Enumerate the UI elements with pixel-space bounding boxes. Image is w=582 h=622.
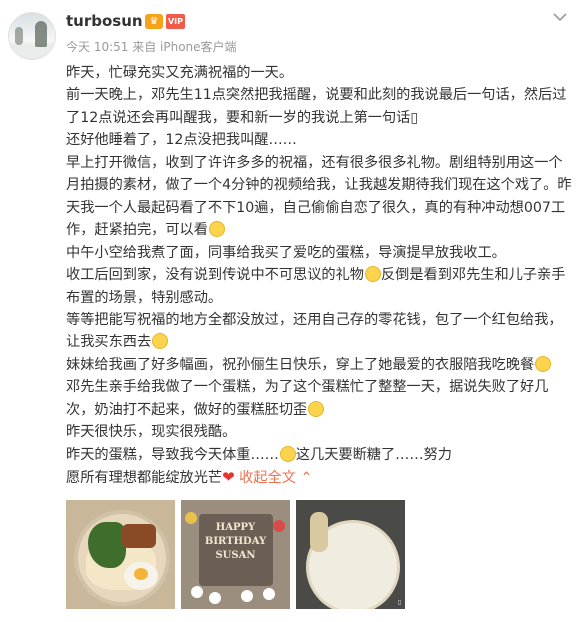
- photo-cake[interactable]: ▯: [296, 500, 405, 609]
- grin-emoji-icon: [535, 355, 552, 372]
- heart-icon: ❤: [222, 468, 235, 487]
- chevron-up-icon[interactable]: ⌃: [300, 470, 312, 486]
- post-body: 昨天，忙碌充实又充满祝福的一天。 前一天晚上，邓先生11点突然把我摇醒，说要和此…: [66, 62, 574, 490]
- sweat-smile-emoji-icon: [279, 445, 296, 462]
- post-line: 等等把能写祝福的地方全都没放过，还用自己存的零花钱，包了一个红包给我，让我买东西…: [66, 309, 574, 354]
- post-line: 昨天的蛋糕，导致我今天体重…… 这几天要断糖了……努力: [66, 444, 574, 466]
- photo-text: SUSAN: [215, 550, 256, 561]
- post-meta: 今天 10:51 来自 iPhone客户端: [66, 40, 237, 54]
- post-line-text: 愿所有理想都能绽放光芒: [66, 470, 223, 487]
- thinking-emoji-icon: [152, 333, 169, 350]
- photo-grid: HAPPY BIRTHDAY SUSAN ▯: [66, 500, 405, 609]
- post-line-text: 昨天的蛋糕，导致我今天体重……: [66, 446, 279, 463]
- vip-badge-icon[interactable]: VIP: [166, 14, 185, 29]
- post-line-text: 早上打开微信，收到了许许多多的祝福，还有很多很多礼物。剧组特别用这一个月拍摄的素…: [66, 154, 572, 239]
- post-line: 邓先生亲手给我做了一个蛋糕，为了这个蛋糕忙了整整一天，据说失败了好几次，奶油打不…: [66, 376, 574, 421]
- post-line: 愿所有理想都能绽放光芒❤ 收起全文 ⌃: [66, 466, 574, 489]
- photo-noodles[interactable]: [66, 500, 175, 609]
- post-line: 妹妹给我画了好多幅画，祝孙俪生日快乐，穿上了她最爱的衣服陪我吃晚餐: [66, 354, 574, 376]
- collapse-text-link[interactable]: 收起全文: [239, 470, 296, 486]
- post-line: 前一天晚上，邓先生11点突然把我摇醒，说要和此刻的我说最后一句话，然后过了12点…: [66, 87, 567, 126]
- post-line-text: 邓先生亲手给我做了一个蛋糕，为了这个蛋糕忙了整整一天，据说失败了好几次，奶油打不…: [66, 379, 549, 418]
- photo-birthday-board[interactable]: HAPPY BIRTHDAY SUSAN: [181, 500, 290, 609]
- crown-badge-icon[interactable]: ♛: [145, 14, 163, 29]
- post-line: 还好他睡着了，12点没把我叫醒……: [66, 132, 297, 149]
- post-line: 昨天很快乐，现实很残酷。: [66, 424, 237, 441]
- post-line: 中午小空给我煮了面，同事给我买了爱吃的蛋糕，导演提早放我收工。: [66, 244, 506, 261]
- crying-emoji-icon: [308, 400, 325, 417]
- crying-emoji-icon: [364, 266, 381, 283]
- post-line-text: 等等把能写祝福的地方全都没放过，还用自己存的零花钱，包了一个红包给我，让我买东西…: [66, 311, 563, 351]
- avatar[interactable]: [8, 12, 56, 60]
- user-badges: ♛ VIP: [145, 14, 185, 29]
- photo-text: BIRTHDAY: [204, 536, 267, 547]
- post-line-text: 收工后回到家，没有说到传说中不可思议的礼物: [66, 267, 364, 284]
- post-line: 早上打开微信，收到了许许多多的祝福，还有很多很多礼物。剧组特别用这一个月拍摄的素…: [66, 152, 574, 242]
- watermark: ▯: [397, 599, 401, 606]
- victory-hand-emoji-icon: [208, 221, 225, 238]
- chevron-down-icon[interactable]: [550, 10, 570, 24]
- post-line-text: 妹妹给我画了好多幅画，祝孙俪生日快乐，穿上了她最爱的衣服陪我吃晚餐: [66, 356, 535, 373]
- post-line: 昨天，忙碌充实又充满祝福的一天。: [66, 65, 294, 81]
- post-line: 收工后回到家，没有说到传说中不可思议的礼物 反倒是看到邓先生和儿子亲手布置的场景，…: [66, 264, 574, 309]
- post-header: turbosun ♛ VIP 今天 10:51 来自 iPhone客户端: [0, 0, 582, 60]
- post-line-text: 这几天要断糖了……努力: [295, 446, 452, 463]
- username[interactable]: turbosun: [66, 12, 143, 30]
